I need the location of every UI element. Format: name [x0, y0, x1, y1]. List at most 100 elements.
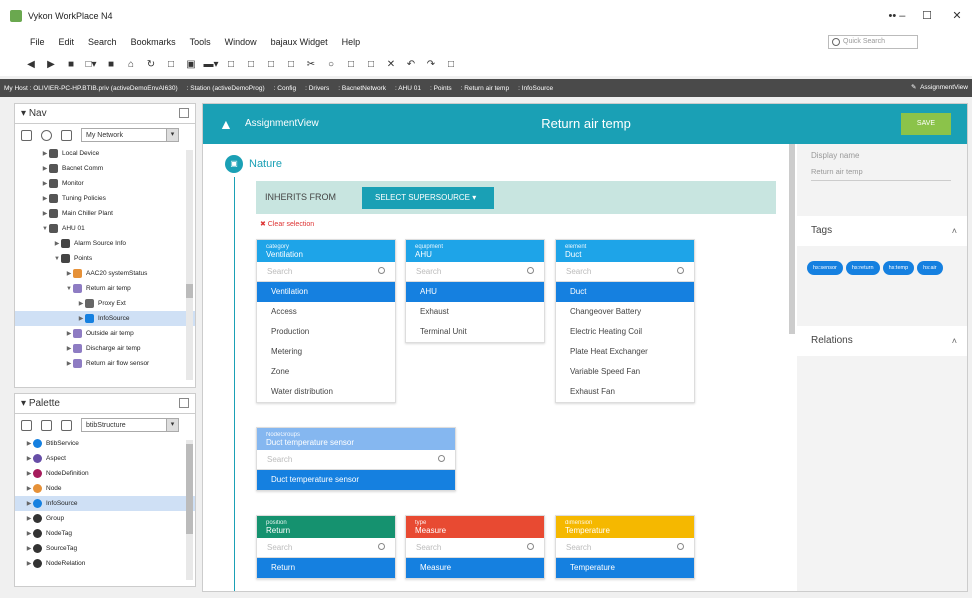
nav-tree-item[interactable]: ▶ Alarm Source Info: [15, 236, 195, 251]
menu-item-tools[interactable]: Tools: [190, 37, 211, 47]
toolbar-button-icon[interactable]: ✂: [302, 59, 320, 70]
tag-option[interactable]: Variable Speed Fan: [556, 362, 694, 382]
expand-toggle-icon[interactable]: ▶: [25, 455, 33, 462]
expand-icon[interactable]: [179, 398, 189, 408]
tag-search-input[interactable]: Search: [556, 262, 694, 282]
toolbar-button-icon[interactable]: ✕: [382, 59, 400, 70]
palette-item[interactable]: ▶ Group: [15, 511, 195, 526]
breadcrumb-item[interactable]: : Station (activeDemoProg): [187, 85, 265, 92]
tag-option[interactable]: Duct: [556, 282, 694, 302]
toolbar-button-icon[interactable]: □: [262, 59, 280, 70]
nav-tree-item[interactable]: ▶ Proxy Ext: [15, 296, 195, 311]
tag-chip[interactable]: hs:return: [845, 261, 880, 275]
tag-search-input[interactable]: Search: [406, 262, 544, 282]
refresh-icon[interactable]: [41, 129, 52, 141]
document-icon[interactable]: [61, 419, 72, 431]
nav-tree-item[interactable]: ▶ Outside air temp: [15, 326, 195, 341]
save-button[interactable]: SAVE: [901, 113, 951, 135]
tree-icon[interactable]: [21, 129, 32, 141]
tag-option[interactable]: Production: [257, 322, 395, 342]
nav-tree-item[interactable]: ▶ Tuning Policies: [15, 191, 195, 206]
menu-item-bajaux-widget[interactable]: bajaux Widget: [271, 37, 328, 47]
expand-toggle-icon[interactable]: ▶: [77, 300, 85, 307]
tag-chip[interactable]: hs:temp: [882, 261, 915, 275]
breadcrumb-item[interactable]: : AHU 01: [395, 85, 421, 92]
nav-tree-item[interactable]: ▶ Monitor: [15, 176, 195, 191]
nav-tree-item[interactable]: ▶ Bacnet Comm: [15, 161, 195, 176]
tag-chip[interactable]: hs:air: [917, 261, 943, 275]
expand-toggle-icon[interactable]: ▼: [41, 226, 49, 232]
expand-toggle-icon[interactable]: ▶: [77, 315, 85, 322]
toolbar-button-icon[interactable]: □: [282, 59, 300, 70]
tag-option[interactable]: Access: [257, 302, 395, 322]
expand-toggle-icon[interactable]: ▶: [65, 345, 73, 352]
tag-option[interactable]: Metering: [257, 342, 395, 362]
tag-option[interactable]: Ventilation: [257, 282, 395, 302]
menu-item-file[interactable]: File: [30, 37, 45, 47]
expand-toggle-icon[interactable]: ▶: [65, 360, 73, 367]
expand-toggle-icon[interactable]: ▶: [53, 240, 61, 247]
tag-search-input[interactable]: Search: [257, 262, 395, 282]
nav-tree-item[interactable]: ▶ AAC20 systemStatus: [15, 266, 195, 281]
network-dropdown[interactable]: My Network ▾: [81, 128, 179, 142]
breadcrumb-item[interactable]: : BacnetNetwork: [338, 85, 386, 92]
breadcrumb-item[interactable]: : Drivers: [305, 85, 329, 92]
breadcrumb-item[interactable]: : InfoSource: [518, 85, 553, 92]
toolbar-button-icon[interactable]: ↶: [402, 59, 420, 70]
toolbar-button-icon[interactable]: ⌂: [122, 59, 140, 70]
menu-item-search[interactable]: Search: [88, 37, 117, 47]
breadcrumb-item[interactable]: : Points: [430, 85, 452, 92]
tag-option[interactable]: AHU: [406, 282, 544, 302]
toolbar-button-icon[interactable]: ■: [102, 59, 120, 70]
folder-icon[interactable]: [21, 419, 32, 431]
quick-search-input[interactable]: Quick Search: [828, 35, 918, 49]
menu-item-edit[interactable]: Edit: [59, 37, 75, 47]
toolbar-button-icon[interactable]: □: [242, 59, 260, 70]
close-icon[interactable]: [41, 419, 52, 431]
palette-item[interactable]: ▶ NodeRelation: [15, 556, 195, 571]
breadcrumb-item[interactable]: My Host : OLIVIER-PC-HP.BTIB.priv (activ…: [4, 85, 178, 92]
menu-item-help[interactable]: Help: [342, 37, 361, 47]
toolbar-button-icon[interactable]: □: [362, 59, 380, 70]
close-icon[interactable]: [61, 129, 72, 141]
tags-section[interactable]: Tags ˄: [797, 216, 967, 246]
nav-tree-item[interactable]: ▼ Points: [15, 251, 195, 266]
toolbar-button-icon[interactable]: ▶: [42, 59, 60, 70]
select-supersource-button[interactable]: SELECT SUPERSOURCE ▾: [362, 187, 494, 209]
tag-search-input[interactable]: Search: [406, 538, 544, 558]
maximize-button[interactable]: ☐: [912, 0, 942, 32]
nav-tree-item[interactable]: ▼ AHU 01: [15, 221, 195, 236]
tag-option[interactable]: Duct temperature sensor: [257, 470, 455, 490]
toolbar-button-icon[interactable]: □: [442, 59, 460, 70]
nav-scrollbar[interactable]: [186, 150, 193, 380]
palette-item[interactable]: ▶ NodeTag: [15, 526, 195, 541]
nav-tree-item[interactable]: ▶ Return air flow sensor: [15, 356, 195, 371]
toolbar-button-icon[interactable]: ■: [62, 59, 80, 70]
expand-toggle-icon[interactable]: ▶: [25, 530, 33, 537]
breadcrumb-item[interactable]: : Config: [274, 85, 296, 92]
toolbar-button-icon[interactable]: ○: [322, 59, 340, 70]
scrollbar-thumb[interactable]: [186, 444, 193, 534]
expand-toggle-icon[interactable]: ▶: [25, 485, 33, 492]
nav-tree-item[interactable]: ▶ Discharge air temp: [15, 341, 195, 356]
palette-item[interactable]: ▶ Aspect: [15, 451, 195, 466]
expand-toggle-icon[interactable]: ▶: [41, 150, 49, 157]
breadcrumb-item[interactable]: : Return air temp: [461, 85, 509, 92]
menu-item-window[interactable]: Window: [225, 37, 257, 47]
expand-toggle-icon[interactable]: ▶: [25, 500, 33, 507]
nav-tree-item[interactable]: ▼ Return air temp: [15, 281, 195, 296]
expand-toggle-icon[interactable]: ▶: [41, 210, 49, 217]
expand-toggle-icon[interactable]: ▼: [65, 286, 73, 292]
expand-icon[interactable]: [179, 108, 189, 118]
main-scrollbar[interactable]: [789, 144, 795, 334]
tag-option[interactable]: Water distribution: [257, 382, 395, 402]
view-selector[interactable]: ✎ AssignmentView: [911, 79, 968, 97]
module-dropdown[interactable]: btibStructure ▾: [81, 418, 179, 432]
nav-tree-item[interactable]: ▶ Main Chiller Plant: [15, 206, 195, 221]
tag-option[interactable]: Terminal Unit: [406, 322, 544, 342]
expand-toggle-icon[interactable]: ▶: [41, 165, 49, 172]
expand-toggle-icon[interactable]: ▶: [25, 515, 33, 522]
expand-toggle-icon[interactable]: ▶: [41, 180, 49, 187]
toolbar-button-icon[interactable]: ▬▾: [202, 59, 220, 70]
expand-toggle-icon[interactable]: ▶: [25, 545, 33, 552]
